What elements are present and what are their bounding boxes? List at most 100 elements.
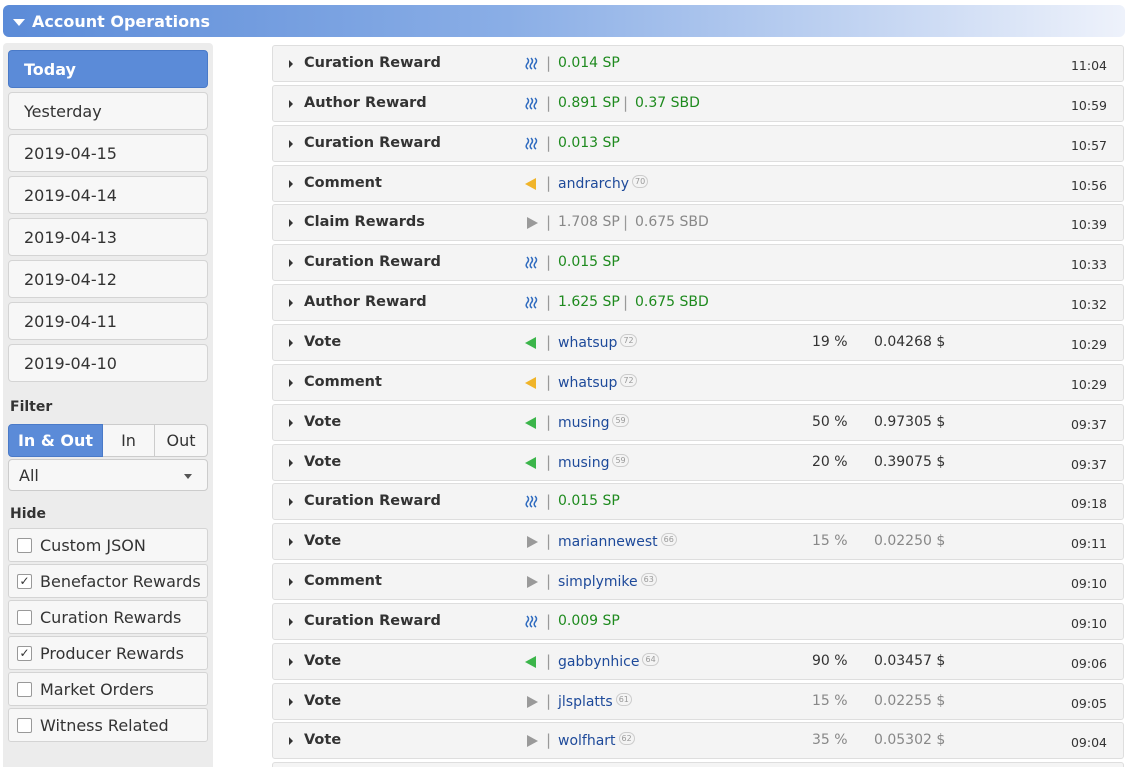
account-link[interactable]: simplymike 63 bbox=[558, 573, 657, 590]
out-icon bbox=[527, 735, 538, 747]
username[interactable]: whatsup bbox=[558, 335, 617, 351]
expand-arrow-icon[interactable] bbox=[289, 100, 293, 108]
username[interactable]: mariannewest bbox=[558, 534, 658, 550]
operation-row[interactable]: Curation Reward | 0.013 SP 10:57 bbox=[272, 125, 1124, 162]
operation-row[interactable]: Curation Reward | 0.009 SP 09:10 bbox=[272, 603, 1124, 640]
checkbox[interactable] bbox=[17, 609, 32, 625]
account-link[interactable]: wolfhart 62 bbox=[558, 732, 635, 749]
expand-arrow-icon[interactable] bbox=[289, 180, 293, 188]
account-link[interactable]: mariannewest 66 bbox=[558, 533, 677, 550]
expand-arrow-icon[interactable] bbox=[289, 339, 293, 347]
username[interactable]: musing bbox=[558, 455, 609, 471]
chevron-down-icon bbox=[184, 474, 192, 479]
vote-weight: 90 % bbox=[812, 653, 848, 669]
expand-arrow-icon[interactable] bbox=[289, 140, 293, 148]
operation-row[interactable]: Claim Rewards | 1.708 SP | 0.675 SBD 10:39 bbox=[272, 204, 1124, 241]
expand-arrow-icon[interactable] bbox=[289, 219, 293, 227]
date-button[interactable]: 2019-04-10 bbox=[8, 344, 208, 382]
hide-market-orders-option[interactable]: Market Orders bbox=[8, 672, 208, 706]
filter-in-button[interactable]: In bbox=[103, 424, 155, 457]
username[interactable]: andrarchy bbox=[558, 176, 629, 192]
checkbox-checked[interactable]: ✓ bbox=[17, 645, 32, 661]
expand-arrow-icon[interactable] bbox=[289, 498, 293, 506]
operation-row[interactable]: Vote | mariannewest 66 15 % 0.02250 $ 09:11 bbox=[272, 523, 1124, 560]
vote-value: 0.04268 $ bbox=[874, 334, 946, 350]
username[interactable]: musing bbox=[558, 415, 609, 431]
operation-row-partial[interactable] bbox=[272, 762, 1124, 767]
account-link[interactable]: andrarchy 70 bbox=[558, 175, 649, 192]
account-link[interactable]: jlsplatts 61 bbox=[558, 693, 632, 710]
operation-row[interactable]: Vote | musing 59 50 % 0.97305 $ 09:37 bbox=[272, 404, 1124, 441]
hide-witness-related-option[interactable]: Witness Related bbox=[8, 708, 208, 742]
username[interactable]: whatsup bbox=[558, 375, 617, 391]
expand-arrow-icon[interactable] bbox=[289, 459, 293, 467]
operation-row[interactable]: Author Reward | 1.625 SP | 0.675 SBD 10:32 bbox=[272, 284, 1124, 321]
filter-in-out-button[interactable]: In & Out bbox=[8, 424, 103, 457]
date-button[interactable]: 2019-04-14 bbox=[8, 176, 208, 214]
checkbox[interactable] bbox=[17, 537, 32, 553]
account-link[interactable]: musing 59 bbox=[558, 414, 629, 431]
separator: | bbox=[623, 94, 629, 112]
account-link[interactable]: musing 59 bbox=[558, 454, 629, 471]
vote-weight: 50 % bbox=[812, 414, 848, 430]
expand-arrow-icon[interactable] bbox=[289, 419, 293, 427]
checkbox[interactable] bbox=[17, 717, 32, 733]
hide-custom-json-option[interactable]: Custom JSON bbox=[8, 528, 208, 562]
expand-arrow-icon[interactable] bbox=[289, 737, 293, 745]
operation-row[interactable]: Vote | wolfhart 62 35 % 0.05302 $ 09:04 bbox=[272, 722, 1124, 759]
date-today-button[interactable]: Today bbox=[8, 50, 208, 88]
date-button[interactable]: 2019-04-15 bbox=[8, 134, 208, 172]
expand-arrow-icon[interactable] bbox=[289, 60, 293, 68]
collapse-triangle-icon[interactable] bbox=[13, 18, 25, 26]
checkbox[interactable] bbox=[17, 681, 32, 697]
hide-benefactor-rewards-option[interactable]: ✓ Benefactor Rewards bbox=[8, 564, 208, 598]
username[interactable]: jlsplatts bbox=[558, 694, 613, 710]
expand-arrow-icon[interactable] bbox=[289, 658, 293, 666]
username[interactable]: gabbynhice bbox=[558, 654, 639, 670]
date-button[interactable]: 2019-04-11 bbox=[8, 302, 208, 340]
operation-row[interactable]: Author Reward | 0.891 SP | 0.37 SBD 10:59 bbox=[272, 85, 1124, 122]
username[interactable]: simplymike bbox=[558, 574, 638, 590]
account-operations-header[interactable]: Account Operations bbox=[3, 5, 1125, 37]
operation-row[interactable]: Comment | whatsup 72 10:29 bbox=[272, 364, 1124, 401]
operation-type: Curation Reward bbox=[304, 493, 441, 509]
operation-row[interactable]: Vote | whatsup 72 19 % 0.04268 $ 10:29 bbox=[272, 324, 1124, 361]
vote-weight: 35 % bbox=[812, 732, 848, 748]
date-button[interactable]: 2019-04-12 bbox=[8, 260, 208, 298]
separator: | bbox=[546, 692, 552, 710]
operation-row[interactable]: Curation Reward | 0.014 SP 11:04 bbox=[272, 45, 1124, 82]
separator: | bbox=[546, 373, 552, 391]
account-link[interactable]: whatsup 72 bbox=[558, 334, 637, 351]
amount-sp: 0.009 SP bbox=[558, 613, 620, 629]
expand-arrow-icon[interactable] bbox=[289, 698, 293, 706]
operation-type: Vote bbox=[304, 732, 342, 748]
date-yesterday-button[interactable]: Yesterday bbox=[8, 92, 208, 130]
operation-row[interactable]: Curation Reward | 0.015 SP 09:18 bbox=[272, 483, 1124, 520]
operation-row[interactable]: Comment | simplymike 63 09:10 bbox=[272, 563, 1124, 600]
hide-producer-rewards-option[interactable]: ✓ Producer Rewards bbox=[8, 636, 208, 670]
checkbox-checked[interactable]: ✓ bbox=[17, 573, 32, 589]
timestamp: 09:05 bbox=[1070, 696, 1107, 711]
operation-row[interactable]: Comment | andrarchy 70 10:56 bbox=[272, 165, 1124, 202]
steem-icon bbox=[525, 256, 538, 269]
operation-row[interactable]: Vote | jlsplatts 61 15 % 0.02255 $ 09:05 bbox=[272, 683, 1124, 720]
expand-arrow-icon[interactable] bbox=[289, 259, 293, 267]
account-link[interactable]: whatsup 72 bbox=[558, 374, 637, 391]
expand-arrow-icon[interactable] bbox=[289, 578, 293, 586]
expand-arrow-icon[interactable] bbox=[289, 538, 293, 546]
expand-arrow-icon[interactable] bbox=[289, 299, 293, 307]
operation-row[interactable]: Vote | musing 59 20 % 0.39075 $ 09:37 bbox=[272, 444, 1124, 481]
date-button[interactable]: 2019-04-13 bbox=[8, 218, 208, 256]
operation-row[interactable]: Vote | gabbynhice 64 90 % 0.03457 $ 09:06 bbox=[272, 643, 1124, 680]
operation-row[interactable]: Curation Reward | 0.015 SP 10:33 bbox=[272, 244, 1124, 281]
username[interactable]: wolfhart bbox=[558, 733, 616, 749]
hide-curation-rewards-option[interactable]: Curation Rewards bbox=[8, 600, 208, 634]
timestamp: 09:04 bbox=[1070, 735, 1107, 750]
operation-type: Comment bbox=[304, 374, 382, 390]
expand-arrow-icon[interactable] bbox=[289, 379, 293, 387]
filter-out-button[interactable]: Out bbox=[155, 424, 208, 457]
operation-type-select[interactable]: All bbox=[8, 459, 208, 491]
expand-arrow-icon[interactable] bbox=[289, 618, 293, 626]
account-link[interactable]: gabbynhice 64 bbox=[558, 653, 659, 670]
separator: | bbox=[546, 413, 552, 431]
